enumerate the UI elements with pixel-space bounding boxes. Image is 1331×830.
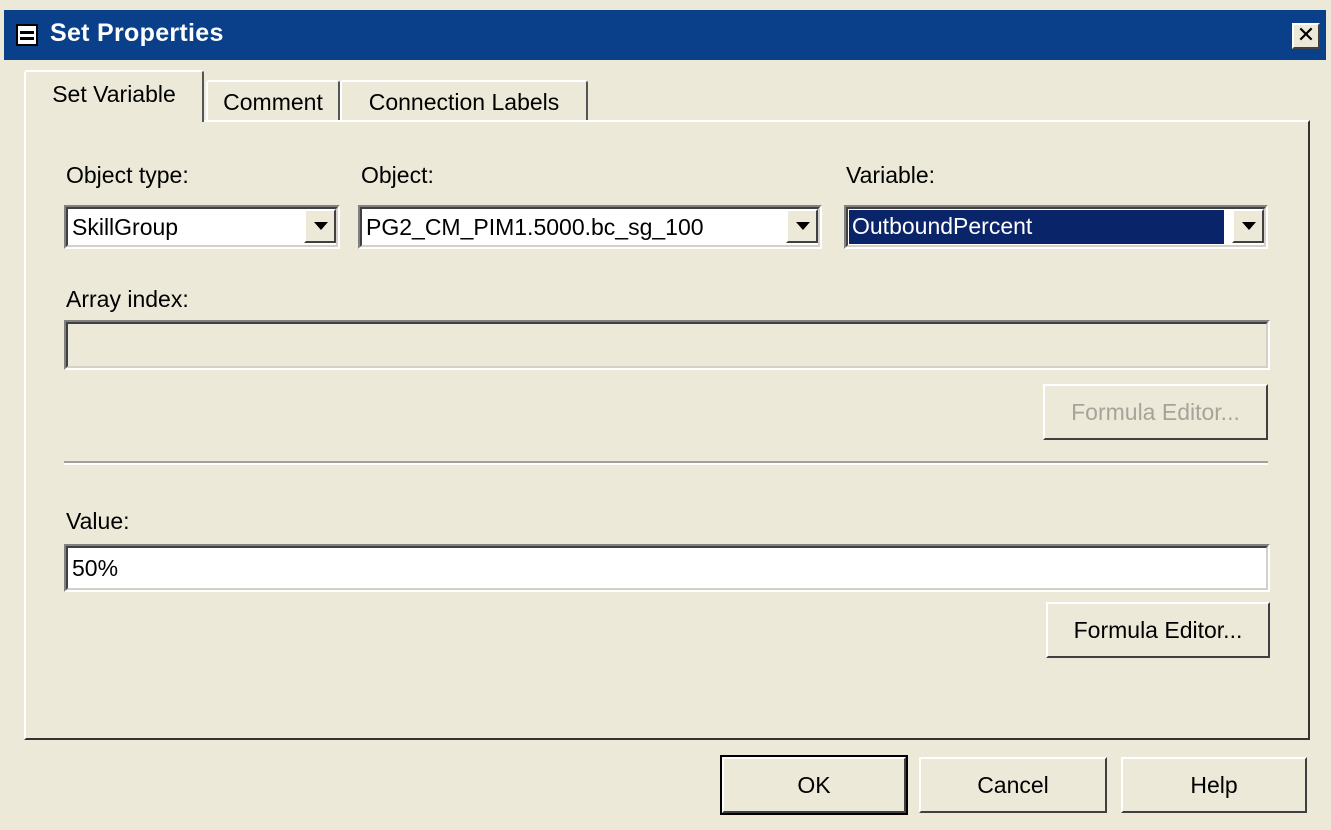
array-index-field[interactable] bbox=[64, 320, 1270, 370]
object-type-label: Object type: bbox=[66, 162, 189, 188]
object-type-value: SkillGroup bbox=[72, 214, 179, 240]
value-input[interactable]: 50% bbox=[64, 544, 1270, 592]
variable-value: OutboundPercent bbox=[849, 210, 1224, 244]
object-value: PG2_CM_PIM1.5000.bc_sg_100 bbox=[366, 214, 704, 240]
separator bbox=[64, 461, 1268, 465]
value-text: 50% bbox=[72, 555, 119, 581]
formula-editor-button-disabled[interactable]: Formula Editor... bbox=[1043, 384, 1268, 440]
chevron-down-icon[interactable] bbox=[786, 209, 818, 243]
ok-button[interactable]: OK bbox=[720, 755, 908, 815]
help-button[interactable]: Help bbox=[1121, 757, 1307, 813]
object-type-combobox[interactable]: SkillGroup bbox=[64, 205, 340, 249]
formula-editor-button[interactable]: Formula Editor... bbox=[1046, 602, 1270, 658]
cancel-button[interactable]: Cancel bbox=[919, 757, 1107, 813]
array-index-label: Array index: bbox=[66, 286, 189, 312]
object-combobox[interactable]: PG2_CM_PIM1.5000.bc_sg_100 bbox=[358, 205, 822, 249]
variable-label: Variable: bbox=[846, 162, 936, 188]
chevron-down-icon[interactable] bbox=[304, 209, 336, 243]
chevron-down-icon[interactable] bbox=[1232, 209, 1264, 243]
object-label: Object: bbox=[361, 162, 434, 188]
value-label: Value: bbox=[66, 508, 130, 534]
variable-combobox[interactable]: OutboundPercent bbox=[844, 205, 1268, 249]
